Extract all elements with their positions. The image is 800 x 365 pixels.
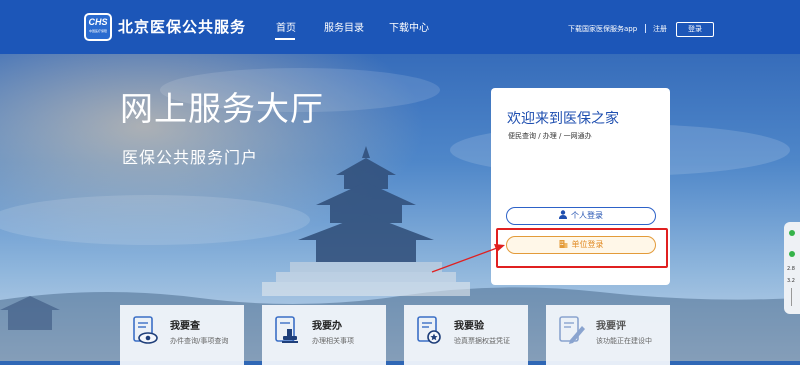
nav-home[interactable]: 首页: [276, 19, 296, 34]
tile-verify-title: 我要验: [454, 321, 484, 332]
chs-logo[interactable]: CHS 中国医疗保障: [84, 13, 112, 41]
login-card-subtitle: 便民查询 / 办理 / 一网通办: [508, 132, 592, 140]
status-dot-icon: [789, 230, 795, 236]
nav-download-center[interactable]: 下载中心: [389, 19, 429, 34]
side-divider: [791, 288, 792, 306]
chs-logo-mark: CHS 中国医疗保障: [86, 15, 110, 39]
nav-service-catalog[interactable]: 服务目录: [324, 19, 364, 34]
download-app-link[interactable]: 下载国家医保服务app: [568, 24, 637, 34]
header-login-button[interactable]: 登录: [676, 22, 714, 37]
person-icon: [559, 210, 567, 219]
tile-query-desc: 办件查询/事项查询: [170, 337, 229, 345]
verify-document-icon: [417, 316, 441, 344]
tile-evaluate[interactable]: 我要评 该功能正在建设中: [546, 305, 670, 365]
side-value-2: 3.2: [787, 278, 795, 284]
pencil-document-icon: [559, 316, 585, 344]
tile-query[interactable]: 我要查 办件查询/事项查询: [120, 305, 244, 365]
side-value-1: 2.8: [787, 266, 795, 272]
personal-login-label: 个人登录: [571, 211, 603, 220]
tile-verify-desc: 验真票据权益凭证: [454, 337, 510, 345]
login-card-title: 欢迎来到医保之家: [507, 111, 619, 127]
tile-evaluate-title: 我要评: [596, 321, 626, 332]
register-link[interactable]: 注册: [653, 24, 667, 34]
hero-title: 网上服务大厅: [120, 89, 324, 128]
annotation-highlight-box: [496, 228, 668, 268]
tile-handle[interactable]: 我要办 办理相关事项: [262, 305, 386, 365]
tile-query-title: 我要查: [170, 321, 200, 332]
header-divider: [645, 24, 646, 33]
logo-text: CHS: [88, 17, 108, 27]
tile-handle-desc: 办理相关事项: [312, 337, 354, 345]
tile-handle-title: 我要办: [312, 321, 342, 332]
tile-verify[interactable]: 我要验 验真票据权益凭证: [404, 305, 528, 365]
nav-active-indicator: [275, 38, 295, 40]
personal-login-button[interactable]: 个人登录: [506, 207, 656, 225]
site-title[interactable]: 北京医保公共服务: [118, 16, 246, 37]
eye-document-icon: [133, 316, 158, 344]
hero-subtitle: 医保公共服务门户: [122, 148, 259, 167]
tile-evaluate-desc: 该功能正在建设中: [596, 337, 652, 345]
top-header: CHS 中国医疗保障 北京医保公共服务 首页 服务目录 下载中心 下载国家医保服…: [0, 0, 800, 54]
side-floating-widget[interactable]: 2.8 3.2: [784, 222, 800, 314]
logo-subtext: 中国医疗保障: [88, 29, 107, 33]
stamp-icon: [275, 316, 298, 343]
status-dot-icon: [789, 251, 795, 257]
